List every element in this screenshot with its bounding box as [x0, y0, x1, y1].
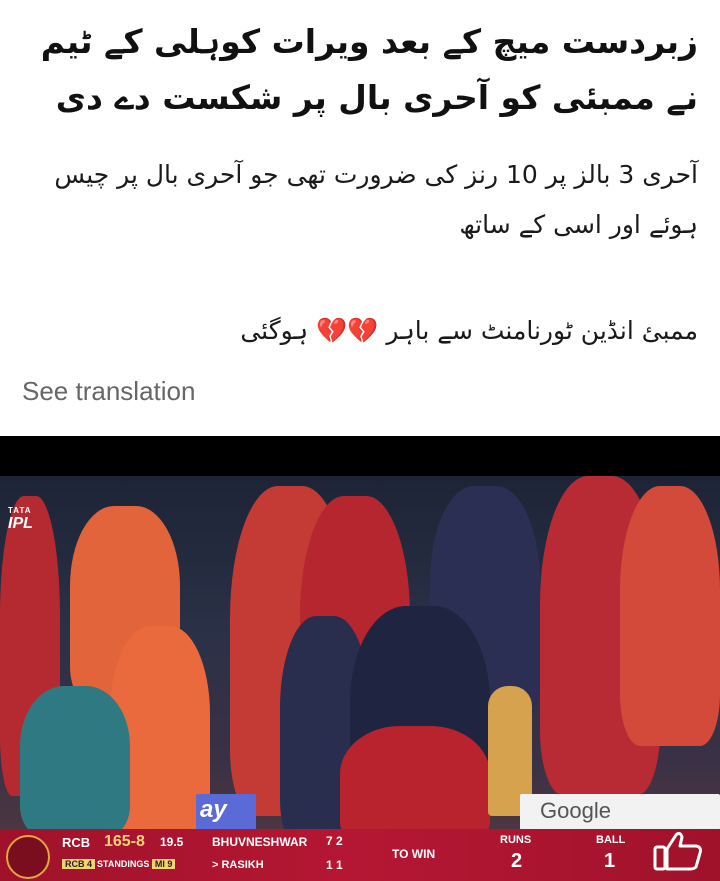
standings: RCB 4 STANDINGS MI 9	[62, 859, 177, 869]
player-figure	[620, 486, 720, 746]
video-top-band	[0, 436, 720, 476]
player-figure	[340, 726, 490, 846]
standings-opponent: MI 9	[151, 859, 176, 869]
standings-team: RCB 4	[62, 859, 96, 869]
broken-heart-emojis: 💔💔	[316, 316, 379, 345]
video-player[interactable]: TATA IPL ay Google RCB 165-8 19.5 RCB 4S…	[0, 436, 720, 881]
camera-operator	[20, 686, 130, 836]
logo-ipl-text: IPL	[8, 515, 33, 532]
thumbs-up-icon[interactable]	[652, 829, 706, 871]
overs: 19.5	[160, 835, 184, 849]
ad-pay-text: ay	[200, 796, 227, 823]
social-post: زبردست میچ کے بعد ویرات کوہلی کے ٹیم نے …	[0, 0, 720, 881]
batter-stat: 1 1	[326, 858, 343, 872]
runs-needed-value: 2	[511, 850, 523, 872]
batter-name: > RASIKH	[212, 859, 264, 871]
rcb-emblem-icon	[6, 835, 50, 879]
ipl-logo: TATA IPL	[8, 506, 70, 540]
bowler-name: BHUVNESHWAR	[212, 835, 308, 849]
to-win-label: TO WIN	[392, 847, 436, 861]
scoreboard-bar: RCB 165-8 19.5 RCB 4 STANDINGS MI 9 BHUVN…	[0, 829, 720, 881]
balls-left-label: BALL	[596, 834, 626, 846]
post-body: آحری 3 بالز پر 10 رنز کی ضرورت تھی جو آح…	[28, 150, 698, 356]
batting-team: RCB	[62, 835, 91, 850]
post-body-line-2: ممبئ انڈین ٹورنامنٹ سے باہر 💔💔 ہوگئی	[28, 306, 698, 356]
runs-needed-label: RUNS	[500, 834, 532, 846]
post-body-line-2-end: ہوگئی	[240, 316, 309, 345]
logo-tata-text: TATA	[8, 506, 32, 515]
team-score: 165-8	[104, 833, 145, 850]
see-translation-link[interactable]: See translation	[22, 376, 195, 407]
balls-left-value: 1	[604, 850, 616, 872]
standings-label: STANDINGS	[97, 859, 150, 869]
video-frame: TATA IPL ay Google	[0, 476, 720, 881]
bowler-stat: 7 2	[326, 834, 343, 848]
post-body-line-2-text: ممبئ انڈین ٹورنامنٹ سے باہر	[386, 316, 698, 345]
ad-board-google: Google	[520, 794, 720, 830]
ad-board-pay: ay	[196, 794, 256, 830]
post-headline: زبردست میچ کے بعد ویرات کوہلی کے ٹیم نے …	[40, 22, 698, 117]
ad-google-text: Google	[540, 798, 611, 823]
post-body-line-1: آحری 3 بالز پر 10 رنز کی ضرورت تھی جو آح…	[54, 160, 698, 239]
